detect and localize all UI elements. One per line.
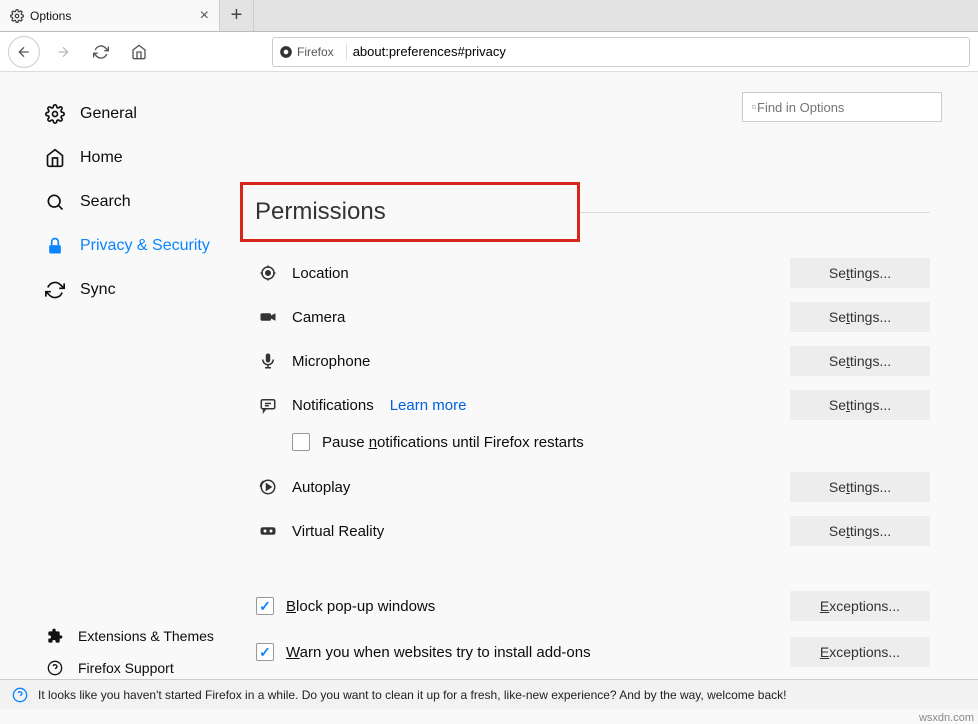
notification-icon — [256, 396, 280, 414]
pause-notifications-checkbox[interactable] — [292, 433, 310, 451]
perm-notifications: Notifications Learn more Settings... — [240, 383, 942, 427]
identity-label: Firefox — [297, 45, 334, 59]
tab-options[interactable]: Options × — [0, 0, 220, 31]
perm-location: Location Settings... — [240, 251, 942, 295]
perm-label: Autoplay — [292, 479, 350, 496]
lock-icon — [44, 236, 66, 256]
sidebar-label: General — [80, 105, 137, 123]
checkbox-label: Warn you when websites try to install ad… — [286, 644, 591, 661]
sync-icon — [44, 280, 66, 300]
close-icon[interactable]: × — [200, 7, 209, 25]
sidebar-item-sync[interactable]: Sync — [0, 268, 240, 312]
sidebar-item-extensions[interactable]: Extensions & Themes — [0, 620, 240, 652]
vr-icon — [256, 522, 280, 540]
content-area: General Home Search Privacy & Security S… — [0, 72, 978, 694]
addons-checkbox[interactable] — [256, 643, 274, 661]
settings-button-notifications[interactable]: Settings... — [790, 390, 930, 420]
sidebar-item-home[interactable]: Home — [0, 136, 240, 180]
main-panel: Permissions Location Settings... Camera … — [240, 72, 978, 694]
sidebar-label: Privacy & Security — [80, 237, 210, 255]
permissions-section: Permissions Location Settings... Camera … — [240, 182, 942, 709]
sidebar: General Home Search Privacy & Security S… — [0, 72, 240, 694]
addons-row: Warn you when websites try to install ad… — [240, 629, 942, 675]
section-title-highlight: Permissions — [240, 182, 580, 242]
perm-label: Microphone — [292, 353, 370, 370]
notification-bar: It looks like you haven't started Firefo… — [0, 679, 978, 709]
watermark: wsxdn.com — [919, 712, 974, 724]
settings-button-microphone[interactable]: Settings... — [790, 346, 930, 376]
gear-icon — [44, 104, 66, 124]
search-options-box[interactable] — [742, 92, 942, 122]
microphone-icon — [256, 352, 280, 370]
sidebar-label: Home — [80, 149, 123, 167]
perm-label: Location — [292, 265, 349, 282]
section-title: Permissions — [255, 198, 386, 226]
perm-microphone: Microphone Settings... — [240, 339, 942, 383]
camera-icon — [256, 308, 280, 326]
sidebar-label: Sync — [80, 281, 116, 299]
url-input[interactable] — [353, 44, 963, 59]
perm-label: Virtual Reality — [292, 523, 384, 540]
sidebar-label: Firefox Support — [78, 660, 174, 676]
back-button[interactable] — [8, 36, 40, 68]
sidebar-item-general[interactable]: General — [0, 92, 240, 136]
sidebar-bottom: Extensions & Themes Firefox Support — [0, 620, 240, 684]
perm-camera: Camera Settings... — [240, 295, 942, 339]
location-icon — [256, 264, 280, 282]
perm-label: Camera — [292, 309, 345, 326]
forward-button[interactable] — [48, 37, 78, 67]
learn-more-link[interactable]: Learn more — [390, 397, 467, 414]
popup-row: Block pop-up windows Exceptions... — [240, 583, 942, 629]
notification-text: It looks like you haven't started Firefo… — [38, 688, 786, 702]
perm-vr: Virtual Reality Settings... — [240, 509, 942, 553]
home-button[interactable] — [124, 37, 154, 67]
settings-button-camera[interactable]: Settings... — [790, 302, 930, 332]
divider — [580, 212, 930, 213]
popup-checkbox[interactable] — [256, 597, 274, 615]
info-icon — [12, 687, 28, 703]
autoplay-icon — [256, 478, 280, 496]
perm-autoplay: Autoplay Settings... — [240, 465, 942, 509]
exceptions-button-popup[interactable]: Exceptions... — [790, 591, 930, 621]
search-options-input[interactable] — [757, 100, 933, 115]
sidebar-item-search[interactable]: Search — [0, 180, 240, 224]
tab-bar: Options × + — [0, 0, 978, 32]
checkbox-label: Block pop-up windows — [286, 598, 435, 615]
new-tab-button[interactable]: + — [220, 0, 254, 31]
url-bar[interactable]: Firefox — [272, 37, 970, 67]
settings-button-autoplay[interactable]: Settings... — [790, 472, 930, 502]
reload-button[interactable] — [86, 37, 116, 67]
nav-bar: Firefox — [0, 32, 978, 72]
sidebar-label: Search — [80, 193, 131, 211]
settings-button-vr[interactable]: Settings... — [790, 516, 930, 546]
search-icon — [44, 192, 66, 212]
sidebar-label: Extensions & Themes — [78, 628, 214, 644]
perm-label: Notifications — [292, 397, 374, 414]
exceptions-button-addons[interactable]: Exceptions... — [790, 637, 930, 667]
home-icon — [44, 148, 66, 168]
identity-box: Firefox — [279, 45, 334, 59]
settings-button-location[interactable]: Settings... — [790, 258, 930, 288]
help-icon — [44, 660, 66, 676]
checkbox-label: Pause notifications until Firefox restar… — [322, 434, 584, 451]
tab-title: Options — [30, 9, 71, 23]
gear-icon — [10, 9, 24, 23]
sidebar-item-privacy[interactable]: Privacy & Security — [0, 224, 240, 268]
pause-notifications-row: Pause notifications until Firefox restar… — [240, 427, 942, 465]
puzzle-icon — [44, 628, 66, 644]
